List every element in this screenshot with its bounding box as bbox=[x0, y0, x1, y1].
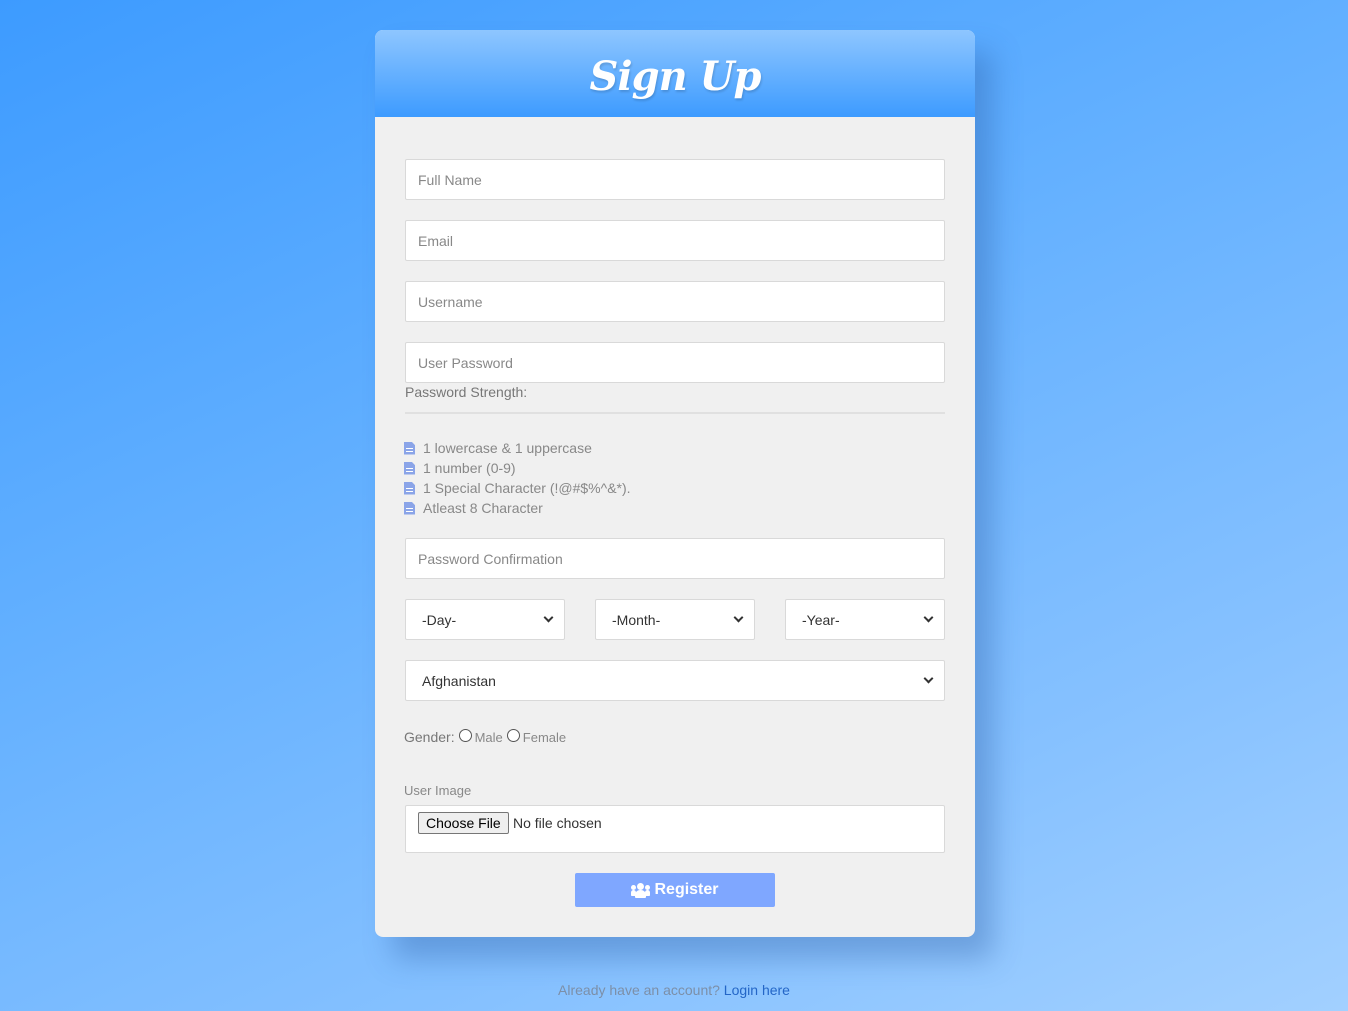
chevron-down-icon bbox=[543, 612, 554, 623]
user-image-label: User Image bbox=[404, 783, 472, 798]
card-header: Sign Up bbox=[375, 30, 975, 117]
password-input[interactable]: User Password bbox=[405, 342, 945, 383]
year-select[interactable]: -Year- bbox=[785, 599, 945, 640]
document-icon bbox=[404, 501, 415, 515]
male-label: Male bbox=[474, 729, 503, 745]
signup-card: Sign Up Full Name Email Username User Pa… bbox=[375, 30, 975, 937]
username-input[interactable]: Username bbox=[405, 281, 945, 322]
female-label: Female bbox=[522, 729, 567, 745]
day-select[interactable]: -Day- bbox=[405, 599, 565, 640]
password-rule: 1 lowercase & 1 uppercase bbox=[404, 438, 631, 458]
rule-text: Atleast 8 Character bbox=[423, 500, 543, 516]
rule-text: 1 Special Character (!@#$%^&*). bbox=[423, 480, 631, 496]
chevron-down-icon bbox=[923, 612, 934, 623]
month-select-value: -Month- bbox=[612, 611, 661, 628]
password-rule: 1 number (0-9) bbox=[404, 458, 631, 478]
rule-text: 1 number (0-9) bbox=[423, 460, 516, 476]
file-status: No file chosen bbox=[513, 815, 602, 831]
strength-divider bbox=[405, 412, 945, 414]
country-select[interactable]: Afghanistan bbox=[405, 660, 945, 701]
users-icon bbox=[631, 882, 651, 898]
register-button[interactable]: Register bbox=[575, 873, 775, 907]
chevron-down-icon bbox=[733, 612, 744, 623]
female-radio[interactable] bbox=[506, 728, 520, 742]
document-icon bbox=[404, 441, 415, 455]
password-rule: 1 Special Character (!@#$%^&*). bbox=[404, 478, 631, 498]
password-rule: Atleast 8 Character bbox=[404, 498, 631, 518]
chevron-down-icon bbox=[923, 673, 934, 684]
password-confirmation-input[interactable]: Password Confirmation bbox=[405, 538, 945, 579]
month-select[interactable]: -Month- bbox=[595, 599, 755, 640]
gender-label: Gender: bbox=[404, 729, 455, 745]
user-image-field: Choose File No file chosen bbox=[405, 805, 945, 853]
day-select-value: -Day- bbox=[422, 611, 457, 628]
footer-text: Already have an account? bbox=[558, 982, 720, 998]
rule-text: 1 lowercase & 1 uppercase bbox=[423, 440, 592, 456]
password-rules: 1 lowercase & 1 uppercase 1 number (0-9)… bbox=[404, 438, 631, 518]
email-input[interactable]: Email bbox=[405, 220, 945, 261]
password-strength-label: Password Strength: bbox=[405, 384, 528, 400]
page-title: Sign Up bbox=[589, 53, 762, 100]
register-label: Register bbox=[654, 881, 719, 898]
document-icon bbox=[404, 481, 415, 495]
full-name-input[interactable]: Full Name bbox=[405, 159, 945, 200]
male-radio[interactable] bbox=[458, 728, 472, 742]
choose-file-button[interactable]: Choose File bbox=[418, 812, 509, 834]
country-select-value: Afghanistan bbox=[422, 672, 496, 689]
document-icon bbox=[404, 461, 415, 475]
year-select-value: -Year- bbox=[802, 611, 840, 628]
gender-group: Gender: Male Female bbox=[404, 728, 567, 745]
footer: Already have an account? Login here bbox=[0, 982, 1348, 998]
login-link[interactable]: Login here bbox=[724, 982, 790, 998]
